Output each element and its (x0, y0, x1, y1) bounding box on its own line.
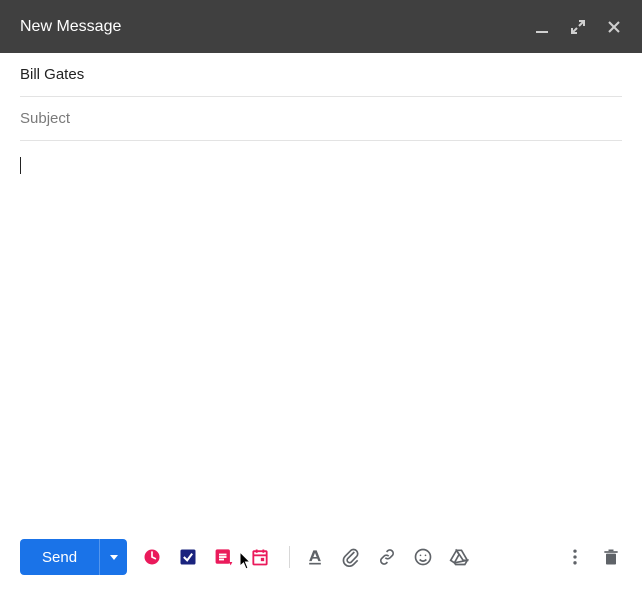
minimize-icon (534, 19, 550, 35)
text-cursor (20, 157, 21, 174)
message-body-area[interactable] (0, 141, 642, 531)
template-icon (214, 547, 234, 567)
task-button[interactable] (177, 546, 199, 568)
right-icons (564, 546, 622, 568)
fullscreen-button[interactable] (568, 17, 588, 37)
link-button[interactable] (376, 546, 398, 568)
discard-button[interactable] (600, 546, 622, 568)
to-field-row[interactable]: Bill Gates (20, 53, 622, 97)
drive-button[interactable] (448, 546, 470, 568)
header-fields: Bill Gates (0, 53, 642, 141)
window-title: New Message (20, 18, 532, 36)
trash-icon (601, 547, 621, 567)
more-vertical-icon (565, 547, 585, 567)
drive-icon (449, 547, 469, 567)
send-options-button[interactable] (99, 539, 127, 575)
titlebar-actions (532, 17, 624, 37)
clock-icon (142, 547, 162, 567)
checkbox-icon (178, 547, 198, 567)
compose-toolbar: Send (0, 531, 642, 595)
more-options-button[interactable] (564, 546, 586, 568)
addon-icons (141, 546, 271, 568)
toolbar-divider (289, 546, 290, 568)
attach-button[interactable] (340, 546, 362, 568)
expand-icon (570, 19, 586, 35)
emoji-button[interactable] (412, 546, 434, 568)
to-field-value: Bill Gates (20, 66, 84, 83)
message-body[interactable] (20, 157, 622, 457)
titlebar: New Message (0, 0, 642, 53)
subject-input[interactable] (20, 110, 622, 127)
formatting-button[interactable] (304, 546, 326, 568)
text-format-icon (305, 547, 325, 567)
subject-field-row[interactable] (20, 97, 622, 141)
close-icon (606, 19, 622, 35)
schedule-button[interactable] (141, 546, 163, 568)
caret-down-icon (109, 552, 119, 562)
emoji-icon (413, 547, 433, 567)
link-icon (377, 547, 397, 567)
calendar-button[interactable] (249, 546, 271, 568)
minimize-button[interactable] (532, 17, 552, 37)
format-icons (289, 546, 470, 568)
calendar-icon (250, 547, 270, 567)
send-button-group: Send (20, 539, 127, 575)
send-button[interactable]: Send (20, 539, 99, 575)
template-button[interactable] (213, 546, 235, 568)
compose-window: New Message Bill Gates Send (0, 0, 642, 595)
close-button[interactable] (604, 17, 624, 37)
paperclip-icon (341, 547, 361, 567)
